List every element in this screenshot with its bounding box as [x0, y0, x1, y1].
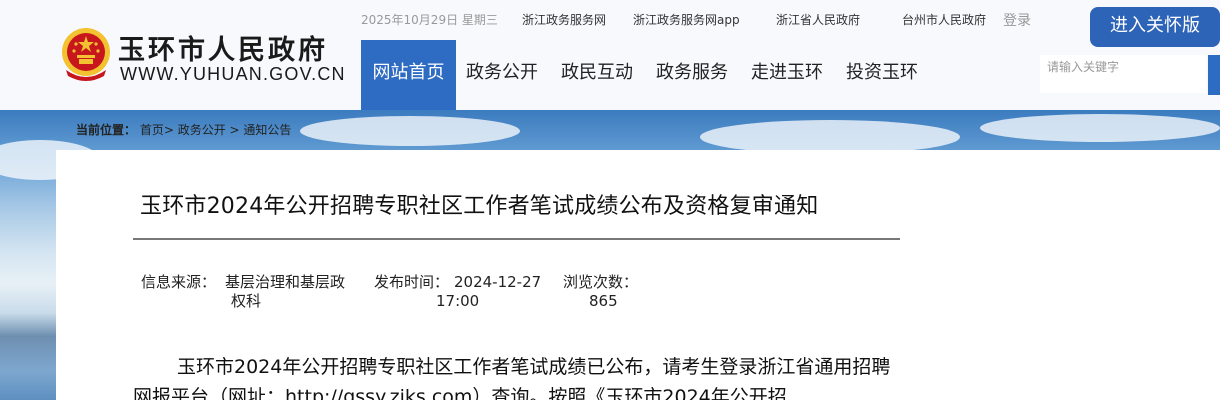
top-link-zj-gov-service-app[interactable]: 浙江政务服务网app	[633, 11, 740, 28]
search-input[interactable]	[1040, 55, 1206, 93]
top-link-zj-gov-service[interactable]: 浙江政务服务网	[522, 11, 606, 28]
login-link[interactable]: 登录	[1003, 10, 1031, 30]
meta-time-clock: 17:00	[436, 292, 480, 310]
search-box	[1040, 55, 1206, 93]
meta-source-value: 基层治理和基层政 权科	[225, 273, 360, 311]
article-body: 玉环市2024年公开招聘专职社区工作者笔试成绩已公布，请考生登录浙江省通用招聘网…	[133, 356, 891, 400]
meta-source-line1: 基层治理和基层政	[225, 273, 346, 291]
breadcrumb-path[interactable]: 首页> 政务公开 > 通知公告	[140, 123, 292, 137]
meta-time-label: 发布时间：	[374, 273, 450, 291]
nav-gov-affairs[interactable]: 政务公开	[466, 40, 538, 110]
meta-views-count: 865	[589, 292, 618, 310]
meta-views-label: 浏览次数：	[563, 273, 639, 291]
meta-source-line2: 权科	[231, 292, 262, 310]
meta-source-label: 信息来源：	[141, 273, 217, 291]
nav-invest-yuhuan[interactable]: 投资玉环	[846, 40, 918, 110]
meta-time-date: 2024-12-27	[454, 273, 542, 291]
meta-time-value: 2024-12-27 17:00	[436, 273, 542, 311]
site-title[interactable]: 玉环市人民政府	[118, 28, 328, 67]
nav-about-yuhuan[interactable]: 走进玉环	[751, 40, 823, 110]
top-link-zj-province-gov[interactable]: 浙江省人民政府	[776, 11, 860, 28]
national-emblem-icon	[62, 28, 110, 81]
site-header: 玉环市人民政府 WWW.YUHUAN.GOV.CN 2025年10月29日 星期…	[0, 0, 1220, 110]
nav-interaction[interactable]: 政民互动	[561, 40, 633, 110]
meta-views: 浏览次数： 865	[563, 273, 638, 311]
article-title: 玉环市2024年公开招聘专职社区工作者笔试成绩公布及资格复审通知	[140, 194, 819, 219]
breadcrumb-label: 当前位置：	[76, 123, 137, 137]
nav-gov-services[interactable]: 政务服务	[656, 40, 728, 110]
breadcrumb: 当前位置： 首页> 政务公开 > 通知公告	[76, 121, 291, 138]
site-url[interactable]: WWW.YUHUAN.GOV.CN	[120, 64, 346, 85]
search-button[interactable]	[1208, 55, 1220, 95]
care-mode-button[interactable]: 进入关怀版	[1090, 7, 1220, 47]
top-link-taizhou-gov[interactable]: 台州市人民政府	[902, 11, 986, 28]
current-date: 2025年10月29日 星期三	[361, 13, 498, 27]
nav-home[interactable]: 网站首页	[361, 40, 456, 110]
title-divider	[133, 238, 900, 240]
